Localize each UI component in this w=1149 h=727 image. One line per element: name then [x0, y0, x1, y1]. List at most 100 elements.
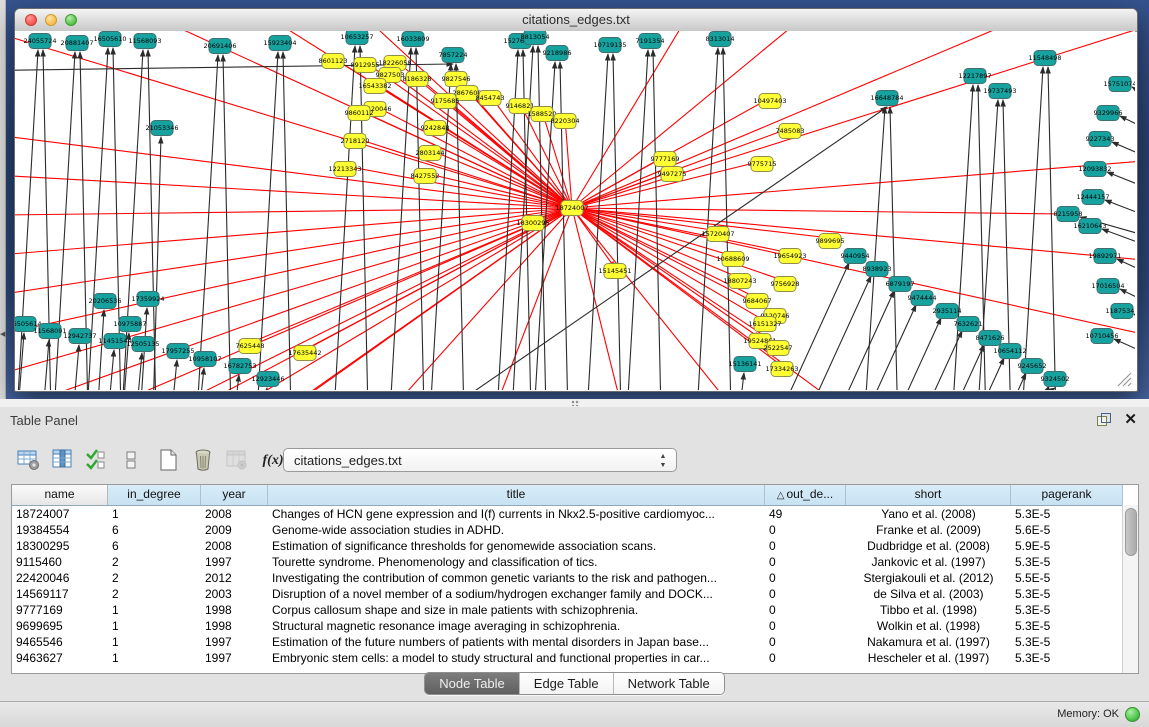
edge[interactable] — [815, 291, 894, 390]
graph-node[interactable]: 16210643 — [1073, 219, 1106, 234]
float-panel-icon[interactable] — [1097, 413, 1111, 426]
vertical-scrollbar[interactable] — [1122, 505, 1138, 673]
table-row[interactable]: 946554611997Estimation of the future num… — [12, 634, 1138, 650]
graph-node[interactable]: 11548498 — [1028, 51, 1061, 66]
graph-node[interactable]: 24055724 — [23, 34, 56, 49]
edge[interactable] — [565, 118, 572, 208]
graph-node[interactable]: 9899695 — [816, 234, 845, 249]
edge[interactable] — [1134, 314, 1135, 341]
graph-node[interactable]: 8471626 — [976, 331, 1005, 346]
graph-node[interactable]: 9827546 — [442, 72, 471, 87]
graph-node[interactable]: 9777169 — [651, 152, 680, 167]
graph-node[interactable]: 9860112 — [345, 106, 374, 121]
graph-node[interactable]: 16782753 — [223, 359, 256, 374]
delete-table-icon[interactable] — [190, 446, 216, 476]
new-table-icon[interactable] — [156, 446, 182, 476]
table-row[interactable]: 911546021997Tourette syndrome. Phenomeno… — [12, 554, 1138, 570]
column-header-title[interactable]: title — [268, 485, 765, 505]
splitter-grip-icon[interactable] — [571, 400, 580, 406]
graph-node[interactable]: 7632621 — [954, 317, 983, 332]
graph-node[interactable]: 7625448 — [236, 339, 265, 354]
tab-edge-table[interactable]: Edge Table — [520, 673, 614, 694]
left-panel-divider[interactable]: ◀ — [0, 0, 6, 399]
edge[interactable] — [15, 171, 572, 208]
table-row[interactable]: 1872400712008Changes of HCN gene express… — [12, 506, 1138, 522]
graph-node[interactable]: 9242848 — [421, 121, 450, 136]
edge[interactable] — [360, 46, 371, 390]
graph-node[interactable]: 2522547 — [764, 341, 793, 356]
graph-node[interactable]: 2935114 — [933, 304, 962, 319]
edge[interactable] — [890, 107, 901, 390]
graph-node[interactable]: 8220304 — [551, 114, 580, 129]
zoom-window-icon[interactable] — [65, 14, 77, 26]
graph-node[interactable]: 9245652 — [1018, 359, 1047, 374]
edge[interactable] — [15, 50, 38, 390]
edge[interactable] — [1120, 116, 1135, 143]
graph-node[interactable]: 9775715 — [748, 157, 777, 172]
graph-node[interactable]: 19737493 — [983, 84, 1016, 99]
close-panel-icon[interactable]: ✕ — [1124, 410, 1137, 428]
graph-node[interactable]: 8454743 — [476, 91, 505, 106]
select-columns-icon[interactable] — [84, 446, 110, 476]
table-selector-dropdown[interactable]: citations_edges.txt ▲▼ — [283, 448, 677, 472]
edge[interactable] — [258, 388, 267, 390]
graph-node[interactable]: 12923446 — [251, 372, 284, 387]
graph-node[interactable]: 12444157 — [1076, 190, 1109, 205]
tab-network-table[interactable]: Network Table — [614, 673, 724, 694]
edge[interactable] — [105, 350, 114, 390]
graph-node[interactable]: 9474444 — [908, 291, 937, 306]
edge[interactable] — [855, 388, 1055, 390]
edge[interactable] — [40, 340, 49, 390]
graph-node[interactable]: 7191354 — [636, 34, 665, 49]
edge[interactable] — [329, 46, 355, 390]
graph-node[interactable]: 10497403 — [753, 94, 786, 109]
graph-node[interactable]: 9440954 — [841, 249, 870, 264]
edge[interactable] — [152, 137, 161, 390]
edge[interactable] — [345, 208, 572, 390]
edge[interactable] — [735, 373, 744, 390]
column-header-in_degree[interactable]: in_degree — [108, 485, 201, 505]
edge[interactable] — [792, 276, 871, 390]
graph-node[interactable]: 8186328 — [403, 72, 432, 87]
graph-node[interactable]: 10688609 — [716, 252, 749, 267]
graph-node[interactable]: 10710456 — [1085, 329, 1118, 344]
graph-node[interactable]: 12213343 — [328, 162, 361, 177]
edge[interactable] — [475, 208, 572, 390]
graph-node[interactable]: 8427552 — [411, 169, 440, 184]
graph-node[interactable]: 15136141 — [728, 357, 761, 372]
graph-node[interactable]: 20881407 — [60, 36, 93, 51]
edge[interactable] — [837, 305, 916, 390]
edge[interactable] — [947, 373, 1026, 390]
table-row[interactable]: 1456911722003Disruption of a novel membe… — [12, 586, 1138, 602]
graph-node[interactable]: 16648784 — [870, 91, 903, 106]
graph-node[interactable]: 6879197 — [886, 277, 915, 292]
table-row[interactable]: 977716911998Corpus callosum shape and si… — [12, 602, 1138, 618]
graph-node[interactable]: 17635442 — [288, 346, 321, 361]
graph-node[interactable]: 7485083 — [776, 124, 805, 139]
network-window-titlebar[interactable]: citations_edges.txt — [15, 9, 1137, 32]
edge[interactable] — [1114, 339, 1135, 366]
edge[interactable] — [572, 31, 835, 208]
graph-node[interactable]: 9218986 — [543, 46, 572, 61]
edge[interactable] — [947, 85, 973, 390]
table-settings-icon[interactable] — [16, 446, 42, 476]
graph-node[interactable]: 7857224 — [439, 48, 468, 63]
graph-node[interactable]: 10653257 — [340, 31, 373, 45]
graph-node[interactable]: 16033809 — [396, 32, 429, 47]
table-row[interactable]: 1830029562008Estimation of significance … — [12, 538, 1138, 554]
edge[interactable] — [15, 208, 572, 306]
graph-node[interactable]: 19892971 — [1088, 249, 1121, 264]
graph-node[interactable]: 15923404 — [263, 36, 296, 51]
graph-node[interactable]: 8601123 — [319, 54, 348, 69]
column-header-short[interactable]: short — [846, 485, 1011, 505]
edge[interactable] — [862, 318, 941, 390]
edge[interactable] — [1105, 200, 1135, 227]
edge[interactable] — [653, 50, 664, 390]
column-header-out_de[interactable]: △out_de... — [765, 485, 846, 505]
graph-node[interactable]: 2803144 — [416, 146, 445, 161]
resize-grip-icon[interactable] — [1115, 370, 1133, 388]
graph-node[interactable]: 8813054 — [521, 31, 550, 45]
scrollbar-thumb[interactable] — [1125, 508, 1137, 556]
edge[interactable] — [416, 48, 427, 390]
graph-node[interactable]: 9497275 — [658, 167, 687, 182]
